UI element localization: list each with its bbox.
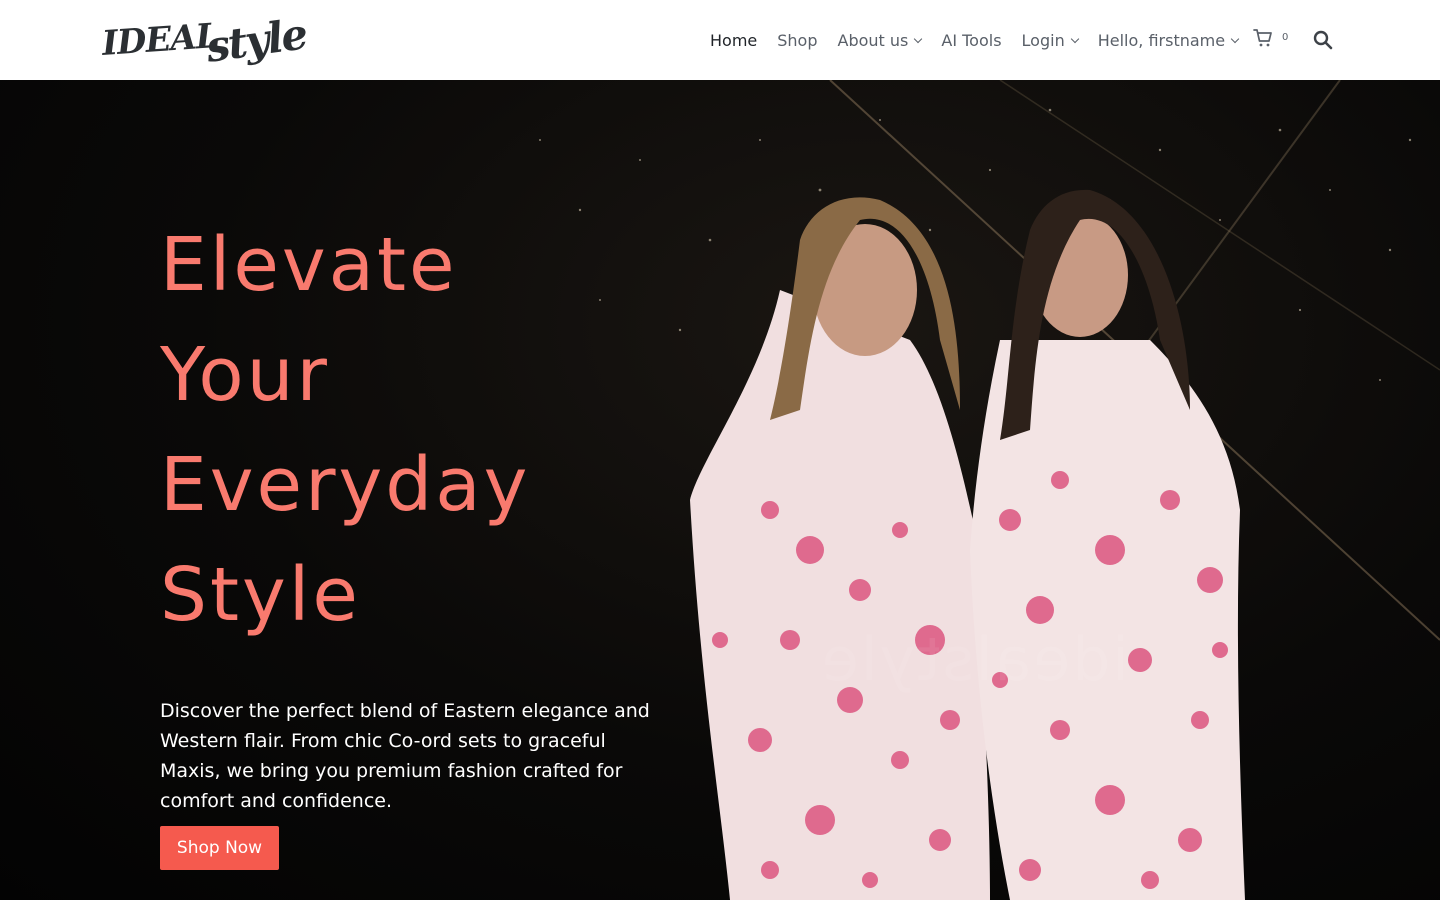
hero-title-line: Everyday [160,442,531,528]
nav-item-label: Login [1021,30,1065,50]
image-watermark: idealstyle [820,625,1129,695]
search-button[interactable] [1313,30,1333,50]
logo-word-ideal: IDEAL [100,15,220,65]
cart-icon [1253,29,1272,47]
main-nav: Home Shop About us AI Tools Login Hello,… [700,0,1248,80]
nav-item-label: About us [837,30,909,50]
shop-now-button[interactable]: Shop Now [160,826,279,870]
hero-description: Discover the perfect blend of Eastern el… [160,700,650,812]
nav-item-about-us[interactable]: About us [828,31,932,50]
cart-button[interactable]: 0 [1253,28,1288,48]
site-header: IDEAL style Home Shop About us AI Tools … [0,0,1440,80]
chevron-down-icon [914,34,923,43]
chevron-down-icon [1070,34,1079,43]
nav-item-shop[interactable]: Shop [767,31,827,50]
logo-word-style: style [203,9,310,72]
nav-item-label: Home [710,30,758,50]
cart-count-badge: 0 [1282,32,1289,43]
nav-item-label: Hello, firstname [1097,30,1226,50]
nav-item-home[interactable]: Home [700,31,767,50]
hero-title-line: Your [160,332,330,418]
nav-item-account[interactable]: Hello, firstname [1088,31,1248,50]
search-icon [1313,30,1333,50]
brand-logo[interactable]: IDEAL style [100,8,309,72]
nav-item-ai-tools[interactable]: AI Tools [931,31,1011,50]
hero-title: Elevate Your Everyday Style [160,210,720,650]
chevron-down-icon [1230,34,1240,43]
hero-title-line: Style [160,552,361,638]
nav-item-label: Shop [777,30,818,50]
nav-item-login[interactable]: Login [1012,31,1088,50]
nav-item-label: AI Tools [941,30,1002,50]
hero-title-line: Elevate [160,222,458,308]
hero-banner: idealstyle Elevate Your Everyday Style D… [0,80,1440,900]
model-left [690,197,990,900]
